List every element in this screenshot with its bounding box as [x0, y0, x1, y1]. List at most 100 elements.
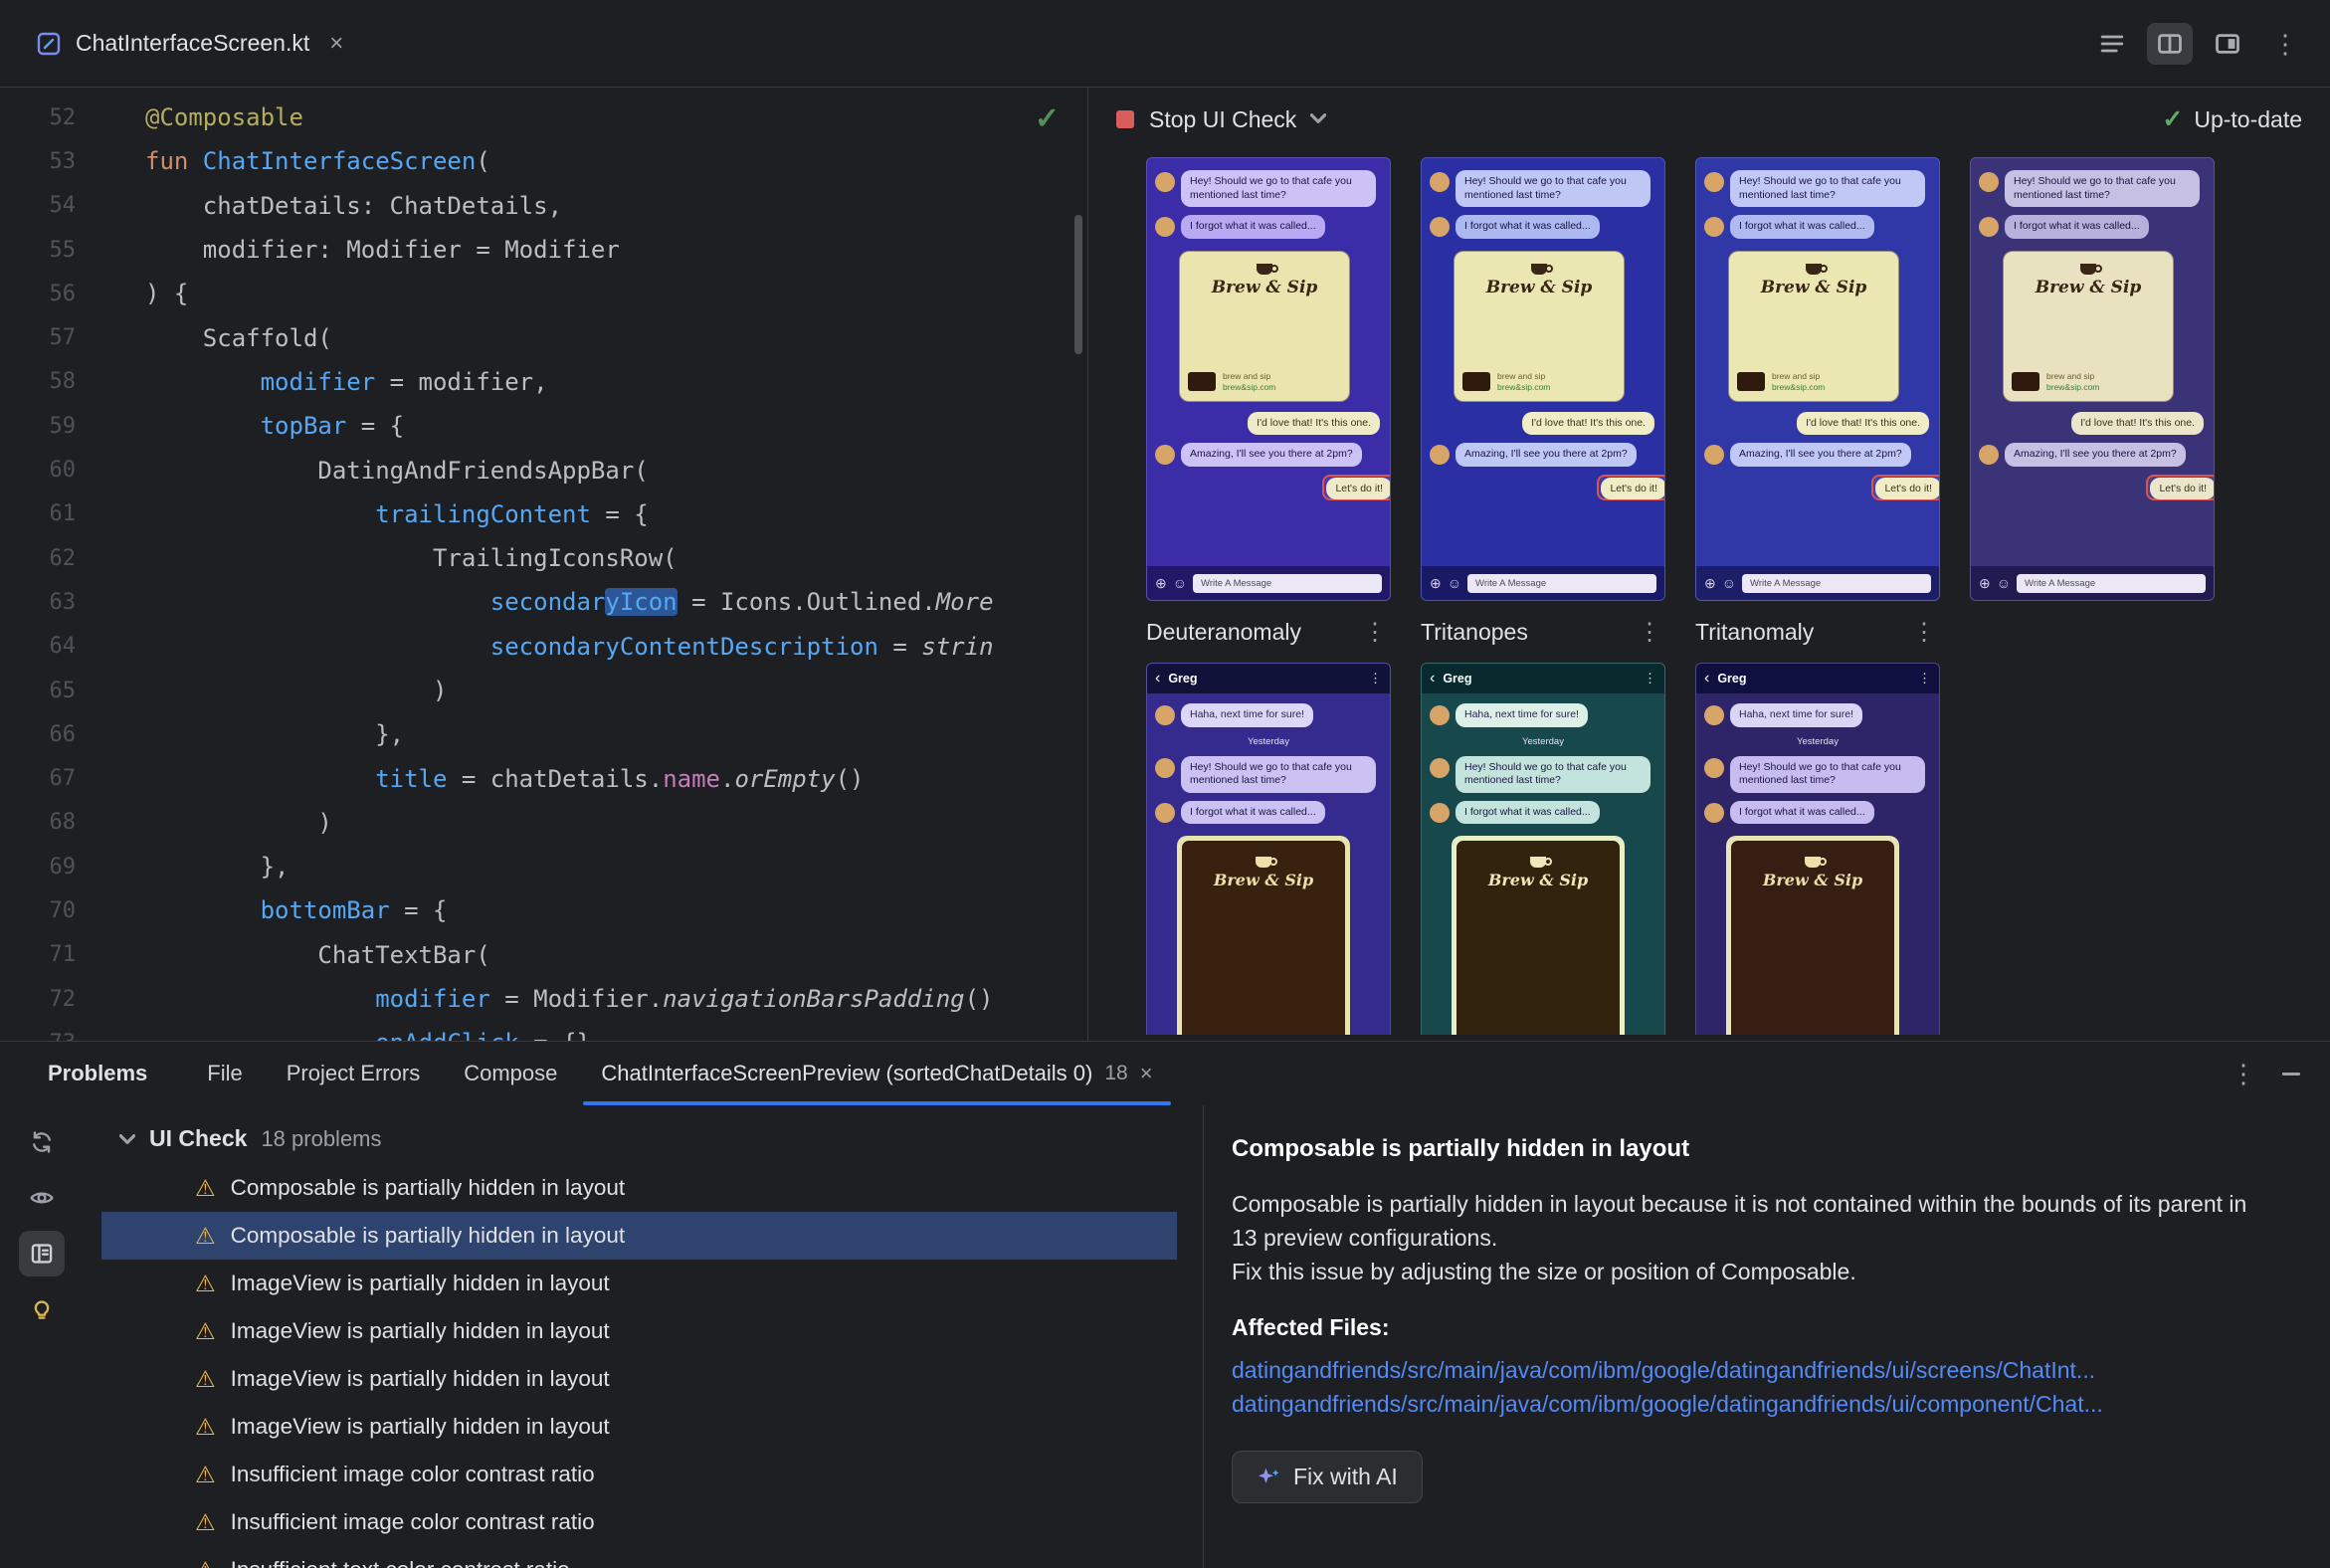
refresh-icon[interactable] — [19, 1119, 65, 1165]
warning-icon: ⚠ — [195, 1413, 216, 1440]
stop-ui-check-label: Stop UI Check — [1149, 105, 1297, 132]
code-line[interactable]: 53 fun ChatInterfaceScreen( — [0, 139, 1087, 183]
kebab-menu-icon[interactable]: ⋮ — [1638, 618, 1665, 647]
avatar — [1430, 445, 1450, 465]
chat-preview-phone[interactable]: ‹ Greg ⋮ Haha, next time for sure! Yeste… — [1146, 663, 1391, 1035]
message-row: I forgot what it was called... — [1147, 211, 1390, 243]
chat-preview-phone[interactable]: Hey! Should we go to that cafe you menti… — [1695, 157, 1940, 601]
code-line[interactable]: 69 }, — [0, 845, 1087, 888]
code-line[interactable]: 64 secondaryContentDescription = strin — [0, 625, 1087, 669]
avatar — [1979, 445, 1999, 465]
line-number: 64 — [49, 634, 77, 660]
emoji-icon: ☺ — [1172, 575, 1188, 591]
code-line[interactable]: 62 TrailingIconsRow( — [0, 536, 1087, 580]
code-line[interactable]: 52 @Composable — [0, 96, 1087, 139]
structure-lines-icon[interactable] — [2089, 23, 2135, 65]
code-line[interactable]: 59 topBar = { — [0, 404, 1087, 448]
message-row: Amazing, I'll see you there at 2pm? — [1971, 439, 2214, 471]
tab-label: Compose — [464, 1061, 558, 1085]
line-number: 72 — [49, 986, 77, 1012]
minimize-panel-icon[interactable] — [2282, 1072, 2300, 1076]
fix-with-ai-button[interactable]: Fix with AI — [1232, 1451, 1423, 1503]
message-input-bar: ⊕ ☺ Write A Message — [1971, 566, 2214, 600]
preview-canvas[interactable]: Hey! Should we go to that cafe you menti… — [1088, 151, 2330, 1041]
chat-preview-phone[interactable]: Hey! Should we go to that cafe you menti… — [1146, 157, 1391, 601]
problems-side-strip — [0, 1105, 84, 1568]
message-row: Hey! Should we go to that cafe you menti… — [1147, 752, 1390, 797]
chat-preview-phone[interactable]: Hey! Should we go to that cafe you menti… — [1421, 157, 1665, 601]
chat-preview-phone[interactable]: ‹ Greg ⋮ Haha, next time for sure! Yeste… — [1421, 663, 1665, 1035]
tab-compose[interactable]: Compose — [442, 1042, 579, 1105]
message-row: Hey! Should we go to that cafe you menti… — [1147, 166, 1390, 211]
code-line[interactable]: 61 trailingContent = { — [0, 492, 1087, 536]
chat-bubble: I'd love that! It's this one. — [2071, 411, 2204, 435]
chevron-down-icon[interactable] — [1310, 110, 1327, 128]
code-line[interactable]: 72 modifier = Modifier.navigationBarsPad… — [0, 977, 1087, 1021]
code-line[interactable]: 73 onAddClick = {} — [0, 1021, 1087, 1041]
code-line[interactable]: 56) { — [0, 272, 1087, 315]
tab-file[interactable]: File — [185, 1042, 264, 1105]
close-tab-icon[interactable]: × — [329, 30, 343, 58]
line-number: 71 — [49, 942, 77, 968]
problem-item[interactable]: ⚠ ImageView is partially hidden in layout — [101, 1403, 1177, 1451]
problem-item[interactable]: ⚠ Composable is partially hidden in layou… — [101, 1212, 1177, 1260]
lightbulb-icon[interactable] — [19, 1286, 65, 1332]
code-line[interactable]: 70 bottomBar = { — [0, 888, 1087, 932]
editor-tab[interactable]: ChatInterfaceScreen.kt × — [22, 0, 357, 87]
ui-check-toolbar: Stop UI Check ✓ Up-to-date — [1088, 88, 2330, 151]
ui-check-group-header[interactable]: UI Check 18 problems — [84, 1117, 1203, 1164]
code-text: }, — [145, 720, 405, 749]
problem-label: ImageView is partially hidden in layout — [230, 1271, 610, 1295]
problem-item[interactable]: ⚠ Insufficient image color contrast ratio — [101, 1498, 1177, 1546]
code-line[interactable]: 55 modifier: Modifier = Modifier — [0, 228, 1087, 272]
code-line[interactable]: 54 chatDetails: ChatDetails, — [0, 184, 1087, 228]
problem-item[interactable]: ⚠ Insufficient text color contrast ratio — [101, 1546, 1177, 1568]
preview-layout-icon[interactable] — [2205, 23, 2250, 65]
kebab-menu-icon[interactable]: ⋮ — [1912, 618, 1940, 647]
warning-icon: ⚠ — [195, 1461, 216, 1487]
panel-options-icon[interactable]: ⋮ — [2231, 1061, 2256, 1086]
code-line[interactable]: 68 ) — [0, 801, 1087, 845]
problem-item[interactable]: ⚠ Composable is partially hidden in layou… — [101, 1164, 1177, 1212]
eye-icon[interactable] — [19, 1175, 65, 1221]
split-editor-icon[interactable] — [2147, 22, 2193, 65]
problem-item[interactable]: ⚠ ImageView is partially hidden in layout — [101, 1307, 1177, 1355]
tab-problems[interactable]: Problems — [26, 1042, 169, 1105]
problem-item[interactable]: ⚠ Insufficient image color contrast ratio — [101, 1451, 1177, 1498]
stop-ui-check-button[interactable]: Stop UI Check — [1116, 106, 1296, 133]
problem-item[interactable]: ⚠ ImageView is partially hidden in layout — [101, 1260, 1177, 1307]
code-line[interactable]: 65 ) — [0, 669, 1087, 712]
code-line[interactable]: 58 modifier = modifier, — [0, 360, 1087, 404]
card-footer: brew and sip brew&sip.com — [1462, 371, 1616, 393]
close-tab-icon[interactable]: × — [1140, 1061, 1153, 1086]
more-options-icon[interactable]: ⋮ — [2262, 23, 2308, 65]
report-view-icon[interactable] — [19, 1231, 65, 1276]
editor-scrollbar[interactable] — [1074, 215, 1082, 354]
inspections-ok-icon[interactable]: ✓ — [1035, 101, 1060, 136]
tab-chatinterfacescreenpreview-sortedchatdetails-0[interactable]: ChatInterfaceScreenPreview (sortedChatDe… — [579, 1042, 1174, 1105]
code-editor[interactable]: 52 @Composable 53 fun ChatInterfaceScreen(5… — [0, 88, 1087, 1041]
code-line[interactable]: 67 title = chatDetails.name.orEmpty() — [0, 756, 1087, 800]
code-line[interactable]: 63 secondaryIcon = Icons.Outlined.More — [0, 580, 1087, 624]
kebab-menu-icon[interactable]: ⋮ — [1363, 618, 1391, 647]
chat-bubble: Hey! Should we go to that cafe you menti… — [1456, 755, 1650, 793]
code-line[interactable]: 60 DatingAndFriendsAppBar( — [0, 448, 1087, 491]
code-line[interactable]: 66 }, — [0, 712, 1087, 756]
brew-and-sip-card: Brew & Sip — [1177, 836, 1350, 1035]
affected-file-link[interactable]: datingandfriends/src/main/java/com/ibm/g… — [1232, 1387, 2290, 1421]
code-line[interactable]: 71 ChatTextBar( — [0, 933, 1087, 977]
add-icon: ⊕ — [1979, 575, 1991, 591]
avatar — [1704, 705, 1724, 725]
fix-with-ai-label: Fix with AI — [1293, 1464, 1398, 1489]
preview-row-2: ‹ Greg ⋮ Haha, next time for sure! Yeste… — [1146, 663, 2330, 1035]
code-text: secondaryContentDescription = strin — [489, 632, 994, 661]
tab-project-errors[interactable]: Project Errors — [265, 1042, 442, 1105]
card-footer: brew and sip brew&sip.com — [2012, 371, 2165, 393]
card-brand: Brew & Sip — [1762, 871, 1863, 889]
chat-preview-phone[interactable]: ‹ Greg ⋮ Haha, next time for sure! Yeste… — [1695, 663, 1940, 1035]
problem-item[interactable]: ⚠ ImageView is partially hidden in layout — [101, 1355, 1177, 1403]
tab-problem-count-badge: 18 — [1104, 1062, 1128, 1084]
affected-file-link[interactable]: datingandfriends/src/main/java/com/ibm/g… — [1232, 1353, 2290, 1387]
code-line[interactable]: 57 Scaffold( — [0, 315, 1087, 359]
chat-preview-phone[interactable]: Hey! Should we go to that cafe you menti… — [1970, 157, 2215, 601]
